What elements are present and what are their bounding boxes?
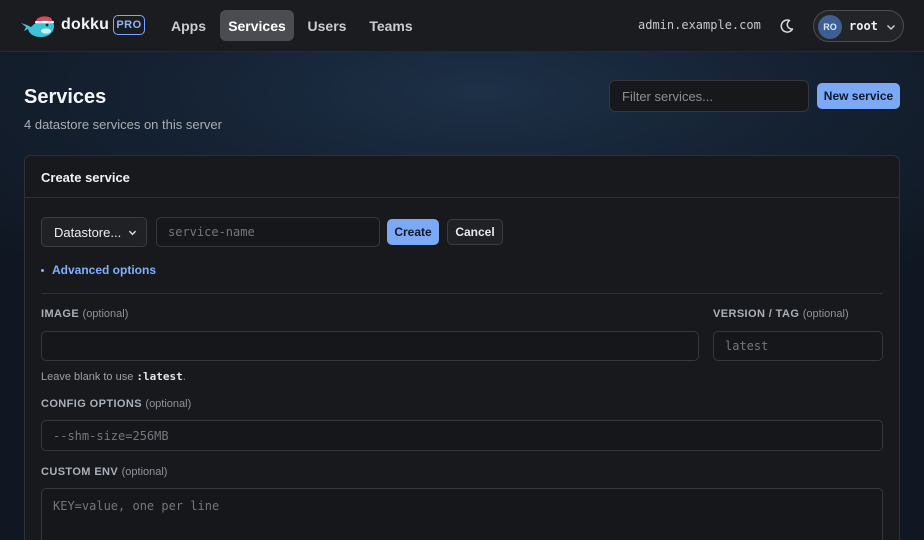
version-tag-label: VERSION / TAG (optional): [713, 308, 849, 320]
brand-name: dokku: [61, 16, 110, 33]
config-options-input[interactable]: [41, 420, 883, 451]
top-navigation-bar: dokku PRO Apps Services Users Teams admi…: [0, 0, 924, 52]
image-hint-prefix: Leave blank to use: [41, 371, 137, 383]
image-label-text: IMAGE: [41, 308, 80, 320]
image-optional-text: (optional): [82, 308, 129, 320]
advanced-options-toggle[interactable]: Advanced options: [41, 263, 156, 277]
page-title: Services: [24, 86, 107, 108]
image-hint-suffix: .: [182, 371, 186, 383]
nav-tab-services[interactable]: Services: [220, 10, 294, 41]
page-subtitle: 4 datastore services on this server: [24, 117, 222, 132]
username: root: [849, 19, 878, 33]
cancel-button[interactable]: Cancel: [447, 219, 503, 245]
user-menu-button[interactable]: RO root: [813, 10, 904, 42]
config-options-optional-text: (optional): [145, 398, 192, 410]
custom-env-label-text: CUSTOM ENV: [41, 466, 119, 478]
nav-tab-apps[interactable]: Apps: [162, 10, 215, 41]
version-tag-optional-text: (optional): [802, 308, 849, 320]
datastore-select-value: Datastore...: [54, 224, 122, 240]
new-service-button[interactable]: New service: [817, 83, 900, 109]
moon-icon[interactable]: [779, 18, 795, 34]
dokku-whale-logo-icon[interactable]: [20, 14, 56, 38]
custom-env-optional-text: (optional): [121, 466, 168, 478]
chevron-down-icon: [886, 24, 896, 31]
avatar: RO: [818, 15, 842, 39]
custom-env-label: CUSTOM ENV (optional): [41, 466, 167, 478]
create-service-card: Create service Datastore... Create Cance…: [24, 155, 900, 540]
advanced-options-label: Advanced options: [52, 263, 157, 277]
version-tag-label-text: VERSION / TAG: [713, 308, 800, 320]
image-input[interactable]: [41, 331, 699, 361]
config-options-label-text: CONFIG OPTIONS: [41, 398, 142, 410]
service-name-input[interactable]: [156, 217, 380, 247]
chevron-down-icon: [128, 230, 137, 236]
disclosure-dot-icon: [41, 268, 44, 272]
filter-services-input[interactable]: [609, 80, 809, 112]
card-title: Create service: [41, 170, 130, 185]
image-hint: Leave blank to use :latest.: [41, 370, 186, 383]
image-label: IMAGE (optional): [41, 308, 128, 320]
create-button[interactable]: Create: [387, 219, 439, 245]
server-hostname: admin.example.com: [638, 18, 761, 32]
config-options-label: CONFIG OPTIONS (optional): [41, 398, 191, 410]
nav-tab-teams[interactable]: Teams: [360, 10, 422, 41]
custom-env-textarea[interactable]: [41, 488, 883, 540]
version-tag-input[interactable]: [713, 331, 883, 361]
datastore-select[interactable]: Datastore...: [41, 217, 147, 247]
pro-badge: PRO: [113, 15, 145, 35]
card-header: Create service: [25, 156, 899, 198]
divider: [41, 293, 883, 294]
image-hint-code: :latest: [136, 370, 183, 383]
nav-tab-users[interactable]: Users: [299, 10, 355, 41]
